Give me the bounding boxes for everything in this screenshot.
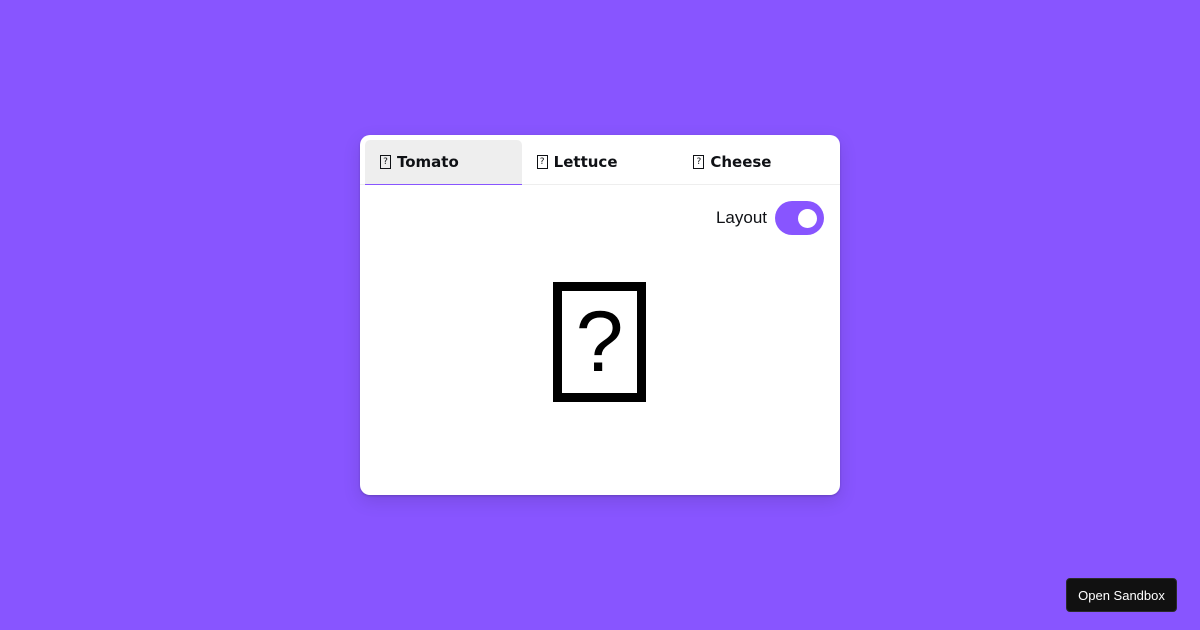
layout-toggle-row: Layout: [716, 201, 824, 235]
layout-toggle-label: Layout: [715, 208, 767, 227]
open-sandbox-button[interactable]: Open Sandbox: [1066, 578, 1177, 612]
tab-label: Cheese: [710, 153, 772, 171]
tab-bar: ? Tomato ? Lettuce ? Cheese: [360, 140, 840, 185]
tab-tomato[interactable]: ? Tomato: [365, 140, 522, 185]
missing-glyph-icon: ?: [536, 155, 548, 169]
tab-lettuce[interactable]: ? Lettuce: [522, 140, 679, 184]
tab-label: Tomato: [397, 153, 459, 171]
missing-glyph-icon: ?: [380, 155, 391, 169]
content-glyph: ?: [575, 294, 624, 390]
tab-label: Lettuce: [553, 153, 618, 171]
app-window: ? Tomato ? Lettuce ? Cheese Layout ?: [360, 135, 840, 495]
layout-toggle-switch[interactable]: [775, 201, 824, 235]
missing-glyph-icon: ?: [553, 282, 646, 402]
toggle-knob: [798, 209, 817, 228]
missing-glyph-icon: ?: [693, 155, 705, 169]
tab-cheese[interactable]: ? Cheese: [678, 140, 835, 184]
